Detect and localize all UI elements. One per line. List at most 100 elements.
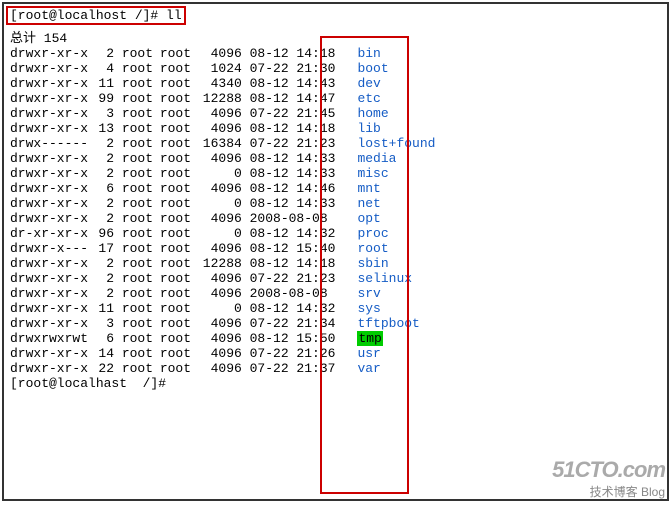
- perms: drwxr-xr-x: [10, 166, 90, 181]
- owner: root: [122, 121, 160, 136]
- perms: drwxr-xr-x: [10, 286, 90, 301]
- links: 13: [90, 121, 114, 136]
- owner: root: [122, 316, 160, 331]
- list-item: drwxr-xr-x22 rootroot4096 07-22 21:37 va…: [10, 361, 665, 376]
- links: 96: [90, 226, 114, 241]
- group: root: [160, 301, 198, 316]
- links: 2: [90, 166, 114, 181]
- list-item: drwxr-xr-x3 rootroot4096 07-22 21:45 hom…: [10, 106, 665, 121]
- date: 07-22 21:23: [250, 271, 350, 286]
- perms: drwxr-xr-x: [10, 346, 90, 361]
- filename: sys: [357, 301, 380, 316]
- filename: net: [357, 196, 380, 211]
- group: root: [160, 61, 198, 76]
- filename: etc: [357, 91, 380, 106]
- filename: tftpboot: [357, 316, 419, 331]
- group: root: [160, 256, 198, 271]
- list-item: drwxr-xr-x2 rootroot12288 08-12 14:18 sb…: [10, 256, 665, 271]
- links: 2: [90, 286, 114, 301]
- prompt-highlight-box: [root@localhost /]# ll: [6, 6, 186, 25]
- links: 14: [90, 346, 114, 361]
- group: root: [160, 121, 198, 136]
- filename: selinux: [357, 271, 412, 286]
- list-item: drwxrwxrwt6 rootroot4096 08-12 15:50 tmp: [10, 331, 665, 346]
- links: 11: [90, 76, 114, 91]
- owner: root: [122, 271, 160, 286]
- list-item: drwxr-xr-x2 rootroot4096 08-12 14:18 bin: [10, 46, 665, 61]
- date: 08-12 14:18: [250, 46, 350, 61]
- date: 2008-08-08: [250, 211, 350, 226]
- links: 6: [90, 181, 114, 196]
- group: root: [160, 331, 198, 346]
- owner: root: [122, 46, 160, 61]
- owner: root: [122, 166, 160, 181]
- perms: drwx------: [10, 136, 90, 151]
- filename: boot: [357, 61, 388, 76]
- perms: drwxr-xr-x: [10, 196, 90, 211]
- date: 08-12 15:40: [250, 241, 350, 256]
- filename: dev: [357, 76, 380, 91]
- date: 2008-08-08: [250, 286, 350, 301]
- filename: lib: [357, 121, 380, 136]
- list-item: drwx------2 rootroot16384 07-22 21:23 lo…: [10, 136, 665, 151]
- date: 08-12 14:43: [250, 76, 350, 91]
- perms: drwxr-xr-x: [10, 361, 90, 376]
- watermark-subtitle: 技术博客 Blog: [552, 483, 665, 500]
- owner: root: [122, 196, 160, 211]
- perms: drwxr-xr-x: [10, 301, 90, 316]
- links: 4: [90, 61, 114, 76]
- size: 4096: [198, 316, 242, 331]
- watermark: 51CTO.com 技术博客 Blog: [552, 457, 665, 500]
- list-item: drwxr-xr-x4 rootroot1024 07-22 21:30 boo…: [10, 61, 665, 76]
- filename: sbin: [357, 256, 388, 271]
- date: 07-22 21:45: [250, 106, 350, 121]
- group: root: [160, 211, 198, 226]
- links: 99: [90, 91, 114, 106]
- links: 22: [90, 361, 114, 376]
- perms: drwxr-xr-x: [10, 271, 90, 286]
- perms: drwxr-xr-x: [10, 61, 90, 76]
- group: root: [160, 76, 198, 91]
- owner: root: [122, 211, 160, 226]
- links: 17: [90, 241, 114, 256]
- date: 08-12 14:18: [250, 256, 350, 271]
- filename: var: [357, 361, 380, 376]
- prompt-text: [root@localhost /]# ll: [10, 8, 182, 23]
- perms: drwxr-xr-x: [10, 316, 90, 331]
- links: 6: [90, 331, 114, 346]
- size: 4096: [198, 106, 242, 121]
- list-item: drwxr-xr-x2 rootroot0 08-12 14:33 net: [10, 196, 665, 211]
- size: 4096: [198, 151, 242, 166]
- group: root: [160, 106, 198, 121]
- list-item: drwxr-xr-x11 rootroot4340 08-12 14:43 de…: [10, 76, 665, 91]
- filename: usr: [357, 346, 380, 361]
- links: 2: [90, 151, 114, 166]
- owner: root: [122, 136, 160, 151]
- list-item: drwxr-xr-x3 rootroot4096 07-22 21:34 tft…: [10, 316, 665, 331]
- group: root: [160, 286, 198, 301]
- perms: drwxr-xr-x: [10, 91, 90, 106]
- perms: drwxr-xr-x: [10, 256, 90, 271]
- date: 07-22 21:26: [250, 346, 350, 361]
- group: root: [160, 271, 198, 286]
- date: 08-12 14:18: [250, 121, 350, 136]
- perms: drwxr-xr-x: [10, 76, 90, 91]
- terminal-window: [root@localhost /]# ll 总计 154 drwxr-xr-x…: [2, 2, 669, 501]
- size: 0: [198, 301, 242, 316]
- list-item: drwxr-xr-x6 rootroot4096 08-12 14:46 mnt: [10, 181, 665, 196]
- date: 08-12 14:32: [250, 226, 350, 241]
- links: 11: [90, 301, 114, 316]
- size: 4096: [198, 361, 242, 376]
- owner: root: [122, 256, 160, 271]
- perms: drwxr-xr-x: [10, 181, 90, 196]
- size: 4096: [198, 46, 242, 61]
- size: 4096: [198, 241, 242, 256]
- size: 4096: [198, 331, 242, 346]
- list-item: drwxr-xr-x2 rootroot4096 08-12 14:33 med…: [10, 151, 665, 166]
- group: root: [160, 316, 198, 331]
- links: 2: [90, 46, 114, 61]
- list-item: drwxr-xr-x13 rootroot4096 08-12 14:18 li…: [10, 121, 665, 136]
- list-item: drwxr-xr-x2 rootroot4096 07-22 21:23 sel…: [10, 271, 665, 286]
- date: 08-12 14:33: [250, 151, 350, 166]
- date: 08-12 14:32: [250, 301, 350, 316]
